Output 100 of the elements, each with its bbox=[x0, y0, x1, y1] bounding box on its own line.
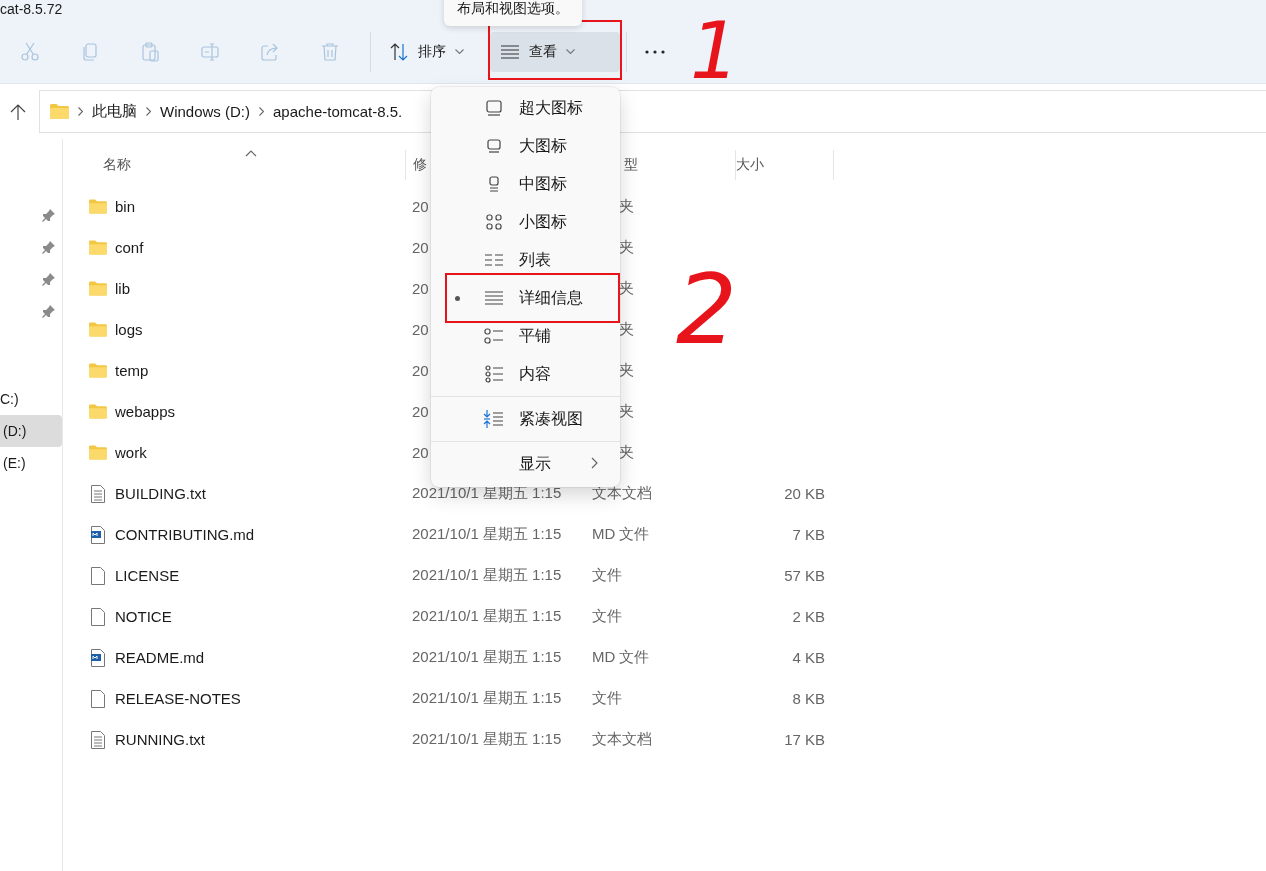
folder-icon bbox=[89, 322, 107, 337]
scissors-icon bbox=[20, 41, 40, 62]
file-name[interactable]: RELEASE-NOTES bbox=[115, 690, 241, 707]
folder-icon bbox=[89, 281, 107, 296]
table-cell: 4 KB bbox=[792, 649, 825, 666]
table-cell: 2021/10/1 星期五 1:15 bbox=[412, 689, 562, 706]
pin-icon bbox=[42, 304, 56, 318]
list-icon bbox=[484, 251, 504, 269]
file-icon bbox=[91, 648, 105, 667]
sort-button[interactable]: 排序 bbox=[379, 31, 474, 72]
menu-item[interactable]: 紧凑视图 bbox=[435, 400, 616, 438]
file-name[interactable]: CONTRIBUTING.md bbox=[115, 526, 255, 543]
tiles-icon bbox=[484, 327, 504, 345]
menu-item[interactable]: 超大图标 bbox=[435, 89, 616, 127]
text-file-icon bbox=[91, 484, 105, 503]
chevron-right-icon bbox=[591, 456, 598, 469]
file-name[interactable]: conf bbox=[115, 239, 144, 256]
menu-item[interactable]: 小图标 bbox=[435, 203, 616, 241]
table-cell: 文件 bbox=[592, 566, 622, 583]
sort-icon bbox=[389, 41, 409, 62]
clipboard-icon bbox=[140, 41, 160, 62]
folder-icon bbox=[89, 240, 107, 255]
table-cell: 20 bbox=[412, 198, 429, 215]
table-cell: 文本文档 bbox=[592, 730, 652, 747]
more-icon bbox=[645, 49, 665, 54]
table-cell: 20 KB bbox=[784, 485, 825, 502]
pin-icon bbox=[42, 208, 56, 222]
content-icon bbox=[484, 365, 504, 383]
table-cell: 夹 bbox=[619, 279, 634, 296]
table-cell: 夹 bbox=[619, 443, 634, 460]
pin-icon bbox=[42, 272, 56, 286]
view-button[interactable]: 查看 bbox=[490, 31, 620, 72]
text-file-icon bbox=[91, 730, 105, 749]
file-icon bbox=[91, 566, 105, 585]
nav-item[interactable]: (E:) bbox=[0, 447, 62, 479]
table-cell: MD 文件 bbox=[592, 525, 650, 542]
table-cell: 文件 bbox=[592, 689, 622, 706]
folder-icon bbox=[89, 199, 107, 214]
file-name[interactable]: lib bbox=[115, 280, 130, 297]
table-cell: 8 KB bbox=[792, 690, 825, 707]
menu-item[interactable]: 内容 bbox=[435, 355, 616, 393]
up-arrow-icon bbox=[10, 102, 26, 121]
file-name[interactable]: work bbox=[115, 444, 147, 461]
menu-item[interactable]: 详细信息 bbox=[435, 279, 616, 317]
table-cell: 夹 bbox=[619, 402, 634, 419]
table-cell: 57 KB bbox=[784, 567, 825, 584]
chevron-right-icon bbox=[78, 107, 83, 116]
file-name[interactable]: logs bbox=[115, 321, 143, 338]
table-cell: 2021/10/1 星期五 1:15 bbox=[412, 566, 562, 583]
table-cell: 2 KB bbox=[792, 608, 825, 625]
menu-item[interactable]: 列表 bbox=[435, 241, 616, 279]
table-cell: 20 bbox=[412, 444, 429, 461]
file-icon bbox=[91, 607, 105, 626]
grid-icon bbox=[485, 213, 503, 231]
table-cell: 夹 bbox=[619, 238, 634, 255]
file-name[interactable]: LICENSE bbox=[115, 567, 180, 584]
lines-icon bbox=[500, 43, 520, 60]
monitor-icon bbox=[485, 99, 503, 117]
breadcrumb-item[interactable]: apache-tomcat-8.5. bbox=[273, 103, 403, 120]
window-title: cat-8.5.72 bbox=[0, 1, 63, 17]
file-name[interactable]: temp bbox=[115, 362, 149, 379]
caret-icon bbox=[455, 49, 464, 54]
menu-item[interactable]: 平铺 bbox=[435, 317, 616, 355]
table-cell: 20 bbox=[412, 362, 429, 379]
table-cell: 20 bbox=[412, 239, 429, 256]
table-cell: 2021/10/1 星期五 1:15 bbox=[412, 525, 562, 542]
table-cell: 夹 bbox=[619, 361, 634, 378]
nav-item[interactable]: (D:) bbox=[0, 415, 62, 447]
menu-item[interactable]: 显示 bbox=[435, 445, 616, 483]
nav-item[interactable]: C:) bbox=[0, 383, 62, 415]
handwritten-number: 1 bbox=[690, 12, 740, 90]
breadcrumb-item[interactable]: 此电脑 bbox=[92, 102, 137, 121]
folder-icon bbox=[89, 404, 107, 419]
table-cell: 夹 bbox=[619, 197, 634, 214]
table-cell: 文件 bbox=[592, 607, 622, 624]
caret-icon bbox=[566, 49, 575, 54]
file-name[interactable]: NOTICE bbox=[115, 608, 172, 625]
folder-icon bbox=[89, 363, 107, 378]
handwritten-number: 2 bbox=[676, 262, 738, 358]
breadcrumb-item[interactable]: Windows (D:) bbox=[160, 103, 250, 120]
table-cell: 文本文档 bbox=[592, 484, 652, 501]
file-name[interactable]: RUNNING.txt bbox=[115, 731, 205, 748]
rename-icon bbox=[200, 41, 220, 62]
table-cell: 20 bbox=[412, 321, 429, 338]
table-cell: 7 KB bbox=[792, 526, 825, 543]
tooltip: 布局和视图选项。 bbox=[444, 0, 582, 26]
pin-icon bbox=[42, 240, 56, 254]
column-header[interactable]: 名称 bbox=[63, 149, 405, 180]
file-name[interactable]: webapps bbox=[115, 403, 176, 420]
trash-icon bbox=[320, 41, 340, 62]
file-name[interactable]: BUILDING.txt bbox=[115, 485, 206, 502]
file-name[interactable]: README.md bbox=[115, 649, 205, 666]
file-name[interactable]: bin bbox=[115, 198, 136, 215]
copy-icon bbox=[80, 41, 100, 62]
table-cell: MD 文件 bbox=[592, 648, 650, 665]
lines-icon bbox=[484, 289, 504, 307]
table-cell: 17 KB bbox=[784, 731, 825, 748]
table-cell: 20 bbox=[412, 403, 429, 420]
table-cell: 2021/10/1 星期五 1:15 bbox=[412, 648, 562, 665]
column-header[interactable]: 大小 bbox=[735, 149, 834, 180]
